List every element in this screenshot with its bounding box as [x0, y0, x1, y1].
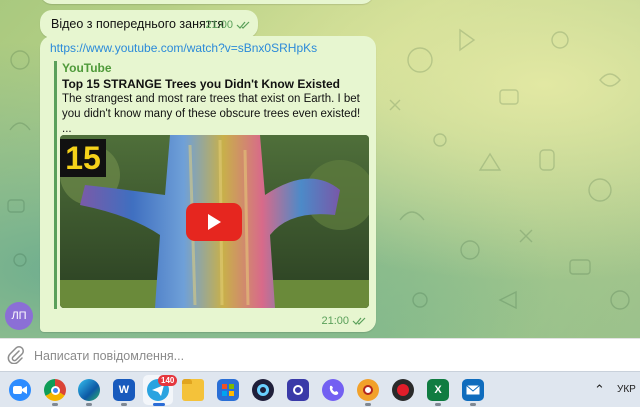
mail-app-icon[interactable]: [462, 379, 484, 401]
message-time: 21:00: [321, 315, 366, 327]
dark-app-icon[interactable]: [252, 379, 274, 401]
play-button[interactable]: [186, 203, 242, 241]
gear-app-icon: [293, 385, 303, 395]
previous-message-bubble[interactable]: [40, 0, 374, 4]
envelope-icon: [466, 385, 480, 395]
telegram-unread-badge: 140: [158, 375, 178, 386]
preview-description: The strangest and most rare trees that e…: [62, 93, 361, 120]
attach-button[interactable]: [7, 346, 25, 369]
store-grid-icon: [222, 384, 234, 396]
message-bubble[interactable]: Відео з попереднього заняття 21:00: [40, 10, 258, 38]
chrome-app-icon[interactable]: [44, 379, 66, 401]
running-indicator: [121, 403, 127, 406]
link-message-bubble[interactable]: https://www.youtube.com/watch?v=sBnx0SRH…: [40, 36, 376, 332]
double-check-icon: [236, 21, 250, 29]
zoom-app-icon[interactable]: [9, 379, 31, 401]
play-icon: [208, 214, 221, 230]
video-thumbnail[interactable]: 15: [60, 135, 369, 308]
message-input[interactable]: [34, 345, 594, 367]
phone-icon: [329, 385, 338, 395]
red-app-icon[interactable]: [392, 379, 414, 401]
message-time: 21:00: [205, 19, 250, 31]
preview-title: Top 15 STRANGE Trees you Didn't Know Exi…: [62, 77, 341, 91]
message-link[interactable]: https://www.youtube.com/watch?v=sBnx0SRH…: [50, 41, 317, 55]
folder-tab-icon: [182, 379, 192, 384]
running-indicator: [52, 403, 58, 406]
ring-icon: [257, 384, 269, 396]
file-explorer-icon[interactable]: [182, 379, 204, 401]
chrome-center-icon: [50, 385, 60, 395]
running-indicator: [470, 403, 476, 406]
video-camera-icon: [13, 386, 27, 394]
edge-app-icon[interactable]: [78, 379, 100, 401]
target-icon: [363, 385, 373, 395]
running-indicator: [86, 403, 92, 406]
message-composer: [0, 338, 640, 371]
input-language-indicator[interactable]: УКР: [617, 384, 636, 395]
viber-app-icon[interactable]: [322, 379, 344, 401]
word-app-icon[interactable]: W: [113, 379, 135, 401]
sender-avatar[interactable]: ЛП: [5, 302, 33, 330]
crosshair-app-icon[interactable]: [357, 379, 379, 401]
double-check-icon: [352, 317, 366, 325]
preview-site-name: YouTube: [62, 61, 112, 75]
thumbnail-number-badge: 15: [60, 139, 106, 177]
running-indicator: [435, 403, 441, 406]
red-burst-icon: [397, 384, 409, 396]
excel-app-icon[interactable]: X: [427, 379, 449, 401]
running-indicator: [365, 403, 371, 406]
chevron-up-icon[interactable]: ⌃: [594, 382, 605, 398]
chat-area: Відео з попереднього заняття 21:00 https…: [0, 0, 640, 338]
paper-plane-icon: [152, 384, 164, 396]
paperclip-icon: [7, 346, 24, 365]
message-text: Відео з попереднього заняття: [51, 17, 225, 31]
running-indicator: [153, 403, 165, 406]
blue-app-icon[interactable]: [287, 379, 309, 401]
microsoft-store-icon[interactable]: [217, 379, 239, 401]
link-preview[interactable]: YouTube Top 15 STRANGE Trees you Didn't …: [54, 61, 369, 309]
windows-taskbar: W 140 X ⌃ УКР: [0, 371, 640, 407]
